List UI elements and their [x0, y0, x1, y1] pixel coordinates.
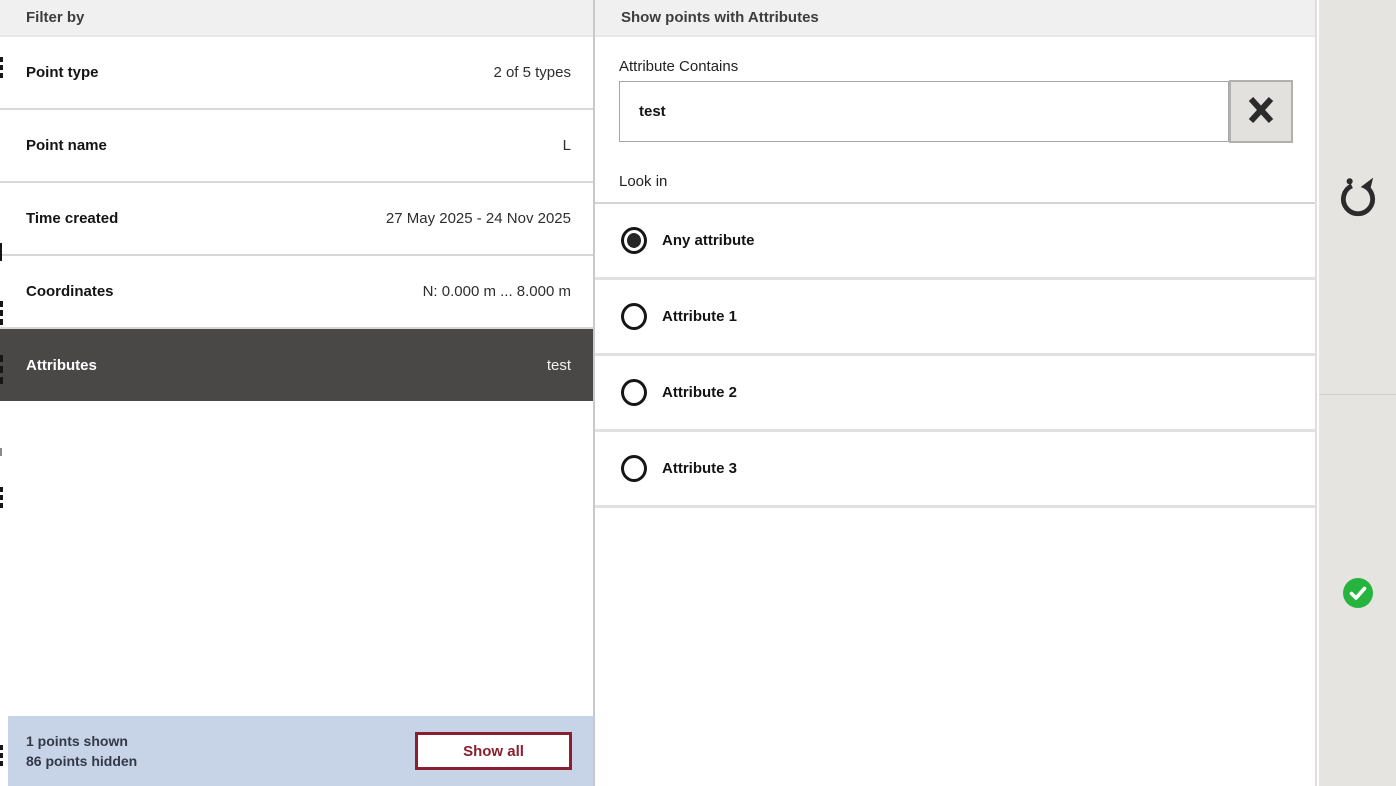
attribute-contains-input[interactable]	[619, 81, 1229, 142]
points-summary-bar: 1 points shown 86 points hidden Show all	[8, 716, 593, 786]
points-summary-text: 1 points shown 86 points hidden	[26, 731, 137, 771]
option-attribute-3[interactable]: Attribute 3	[595, 432, 1315, 505]
filter-row-coordinates[interactable]: Coordinates N: 0.000 m ... 8.000 m	[0, 256, 593, 329]
points-hidden-text: 86 points hidden	[26, 751, 137, 771]
any-attribute-label: Any attribute	[662, 232, 755, 249]
coordinates-label: Coordinates	[26, 283, 114, 300]
accept-button[interactable]	[1342, 577, 1374, 609]
filter-by-label: Filter by	[26, 9, 84, 26]
filter-row-time-created[interactable]: Time created 27 May 2025 - 24 Nov 2025	[0, 183, 593, 256]
point-type-label: Point type	[26, 64, 99, 81]
time-created-label: Time created	[26, 210, 118, 227]
attribute-2-label: Attribute 2	[662, 384, 737, 401]
attributes-panel-title: Show points with Attributes	[595, 0, 1315, 37]
point-name-label: Point name	[26, 137, 107, 154]
points-shown-text: 1 points shown	[26, 731, 137, 751]
show-all-label: Show all	[463, 743, 524, 760]
coordinates-value: N: 0.000 m ... 8.000 m	[423, 283, 571, 300]
sidebar-divider	[1319, 394, 1396, 395]
filter-panel-title: Filter by	[0, 0, 593, 37]
filter-panel: Filter by Point type 2 of 5 types Point …	[0, 0, 593, 786]
radio-selected-icon[interactable]	[621, 227, 647, 254]
attributes-value: test	[547, 357, 571, 374]
radio-unselected-icon[interactable]	[621, 455, 647, 482]
filter-row-attributes[interactable]: Attributes test	[0, 329, 593, 401]
filter-row-point-name[interactable]: Point name L	[0, 110, 593, 183]
accept-check-icon	[1342, 597, 1374, 612]
option-attribute-1[interactable]: Attribute 1	[595, 280, 1315, 353]
option-separator	[595, 505, 1315, 508]
attribute-contains-label: Attribute Contains	[619, 58, 1315, 75]
close-icon	[1244, 93, 1278, 130]
show-all-button[interactable]: Show all	[415, 732, 572, 770]
option-attribute-2[interactable]: Attribute 2	[595, 356, 1315, 429]
reset-button[interactable]	[1335, 174, 1381, 220]
attribute-3-label: Attribute 3	[662, 460, 737, 477]
radio-unselected-icon[interactable]	[621, 379, 647, 406]
point-name-value: L	[563, 137, 571, 154]
attributes-filter-panel: Show points with Attributes Attribute Co…	[595, 0, 1317, 786]
point-type-value: 2 of 5 types	[493, 64, 571, 81]
option-any-attribute[interactable]: Any attribute	[595, 204, 1315, 277]
reset-icon	[1335, 208, 1381, 223]
filter-row-point-type[interactable]: Point type 2 of 5 types	[0, 37, 593, 110]
attribute-1-label: Attribute 1	[662, 308, 737, 325]
show-points-with-attributes-label: Show points with Attributes	[621, 9, 819, 26]
attribute-contains-row	[619, 81, 1315, 143]
attributes-label: Attributes	[26, 357, 97, 374]
clear-input-button[interactable]	[1229, 80, 1293, 143]
filter-screen: Filter by Point type 2 of 5 types Point …	[0, 0, 1396, 786]
radio-unselected-icon[interactable]	[621, 303, 647, 330]
look-in-label: Look in	[619, 173, 1315, 190]
time-created-value: 27 May 2025 - 24 Nov 2025	[386, 210, 571, 227]
action-sidebar	[1319, 0, 1396, 786]
